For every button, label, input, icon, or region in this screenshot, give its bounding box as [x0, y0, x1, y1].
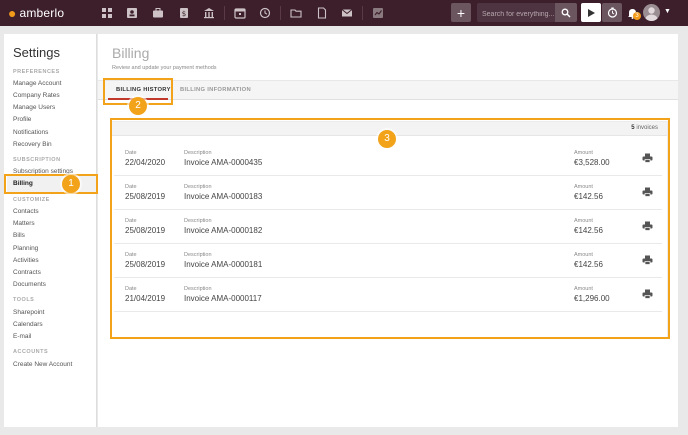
search-button[interactable] [555, 3, 577, 22]
search-input[interactable] [477, 5, 555, 24]
sidebar-item-matters[interactable]: Matters [13, 220, 35, 227]
sidebar-item-email[interactable]: E-mail [13, 333, 31, 340]
user-menu-caret-icon[interactable]: ▼ [664, 8, 671, 15]
sidebar-title: Settings [13, 45, 60, 60]
matters-icon[interactable] [145, 0, 171, 26]
sidebar-item-documents[interactable]: Documents [13, 281, 46, 288]
dashboard-icon[interactable] [94, 0, 120, 26]
annotation-marker: 3 [378, 130, 396, 148]
sidebar-item-contracts[interactable]: Contracts [13, 269, 41, 276]
sidebar-item-company-rates[interactable]: Company Rates [13, 92, 60, 99]
sidebar-item-planning[interactable]: Planning [13, 245, 38, 252]
sidebar-section-preferences: PREFERENCES [13, 69, 60, 75]
sidebar-item-calendars[interactable]: Calendars [13, 321, 43, 328]
history-icon[interactable] [253, 0, 279, 26]
logo-mark-icon: ● [8, 5, 17, 21]
nav-divider [280, 6, 282, 20]
sidebar-section-tools: TOOLS [13, 297, 35, 303]
user-avatar[interactable] [643, 4, 660, 21]
add-new-button[interactable]: + [451, 3, 471, 22]
sidebar-section-accounts: ACCOUNTS [13, 349, 49, 355]
calendar-icon[interactable] [227, 0, 253, 26]
sidebar-item-recovery-bin[interactable]: Recovery Bin [13, 141, 52, 148]
page-title: Billing [112, 45, 150, 61]
stopwatch-icon [607, 7, 617, 18]
sidebar-item-create-new-account[interactable]: Create New Account [13, 361, 72, 368]
documents-icon[interactable] [309, 0, 335, 26]
bills-icon[interactable]: $ [171, 0, 197, 26]
sidebar-section-customize: CUSTOMIZE [13, 197, 50, 203]
logo-text: amberlo [19, 6, 65, 20]
sidebar-item-manage-users[interactable]: Manage Users [13, 104, 55, 111]
highlight-invoice-list [110, 118, 670, 339]
page-subtitle: Review and update your payment methods [112, 65, 217, 71]
highlight-billing-sidebar [4, 174, 98, 194]
app-logo[interactable]: ● amberlo [8, 5, 88, 21]
folder-icon[interactable] [283, 0, 309, 26]
top-navigation-bar: ● amberlo $ + 3 ▼ [0, 0, 688, 26]
institution-icon[interactable] [196, 0, 222, 26]
sidebar-section-subscription: SUBSCRIPTION [13, 157, 61, 163]
start-timer-button[interactable] [581, 3, 601, 22]
sidebar-item-sharepoint[interactable]: Sharepoint [13, 309, 44, 316]
sidebar-item-activities[interactable]: Activities [13, 257, 39, 264]
billing-tabs: BILLING HISTORY BILLING INFORMATION [98, 80, 678, 100]
mail-icon[interactable] [334, 0, 360, 26]
contacts-icon[interactable] [120, 0, 146, 26]
nav-divider [223, 6, 225, 20]
timer-button[interactable] [602, 3, 622, 22]
search-icon [561, 8, 571, 17]
sidebar-item-profile[interactable]: Profile [13, 116, 31, 123]
annotation-marker: 2 [129, 97, 147, 115]
sidebar-item-manage-account[interactable]: Manage Account [13, 80, 61, 87]
svg-text:$: $ [181, 10, 185, 18]
notification-badge: 3 [633, 12, 641, 20]
play-icon [588, 8, 595, 17]
main-nav-icons: $ [94, 0, 391, 26]
reports-icon[interactable] [365, 0, 391, 26]
annotation-marker: 1 [62, 175, 80, 193]
global-search[interactable] [477, 3, 555, 24]
sidebar-item-notifications[interactable]: Notifications [13, 129, 48, 136]
nav-divider [361, 6, 363, 20]
notifications-button[interactable]: 3 [625, 5, 641, 21]
settings-sidebar: Settings PREFERENCES Manage Account Comp… [4, 34, 100, 427]
sidebar-item-contacts[interactable]: Contacts [13, 208, 39, 215]
sidebar-item-bills[interactable]: Bills [13, 232, 25, 239]
tab-billing-information[interactable]: BILLING INFORMATION [180, 87, 251, 93]
